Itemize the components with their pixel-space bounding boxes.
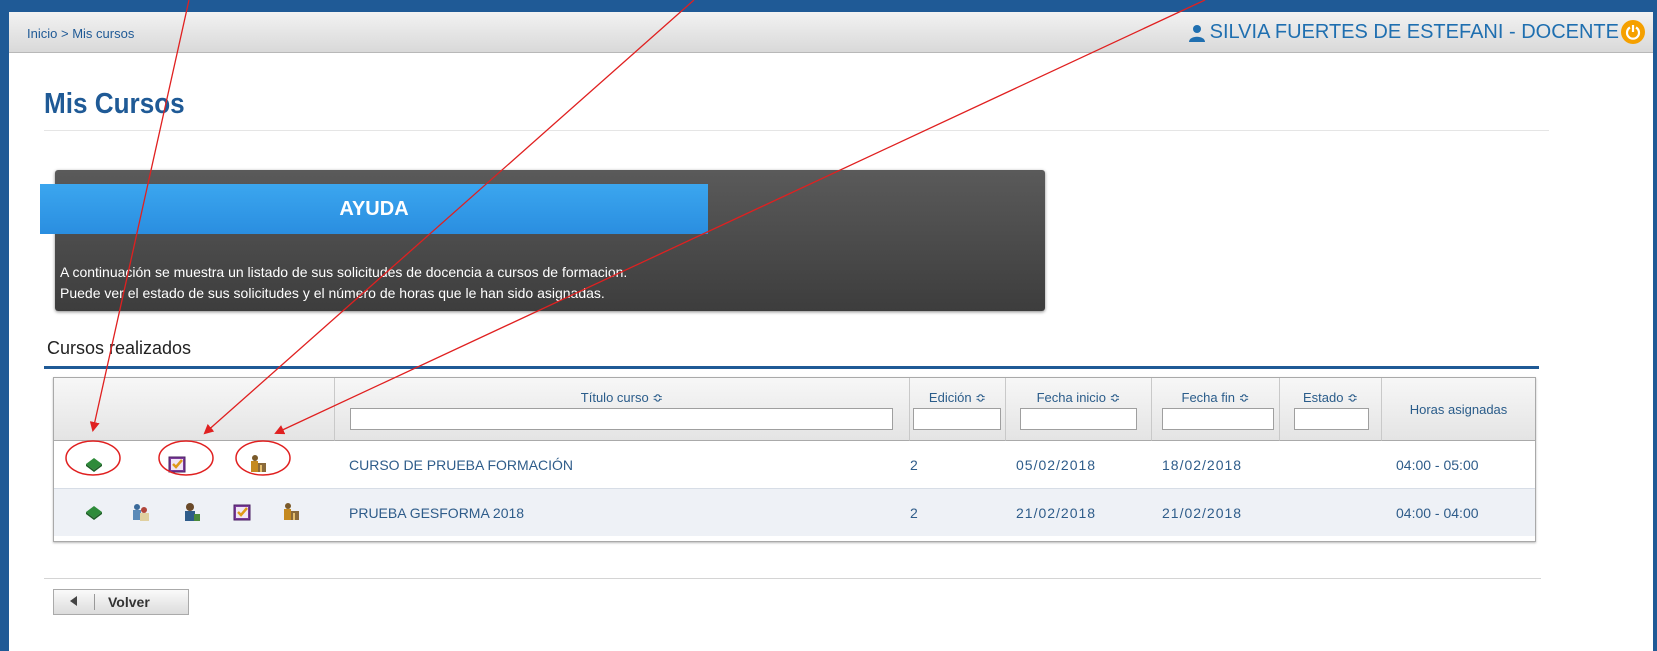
header-actions — [54, 378, 335, 441]
header-titulo-label: Título curso ≎ — [580, 390, 664, 405]
back-button-label: Volver — [108, 594, 150, 610]
header-edicion-label: Edición ≎ — [928, 390, 987, 405]
breadcrumb-current: Mis cursos — [72, 26, 135, 41]
footer-divider — [44, 578, 1541, 579]
window-left-frame — [0, 0, 9, 651]
cell-titulo[interactable]: CURSO DE PRUEBA FORMACIÓN — [349, 457, 573, 473]
filter-fecha-inicio-input[interactable] — [1020, 408, 1137, 430]
filter-fecha-fin-input[interactable] — [1162, 408, 1274, 430]
back-button-separator — [94, 594, 95, 610]
header-fecha-inicio-label: Fecha inicio ≎ — [1036, 390, 1121, 405]
green-book-icon[interactable] — [84, 454, 104, 474]
title-divider — [44, 130, 1549, 131]
help-line-1: A continuación se muestra un listado de … — [60, 264, 628, 280]
header-fecha-fin[interactable]: Fecha fin ≎ — [1152, 378, 1280, 441]
teacher-podium-icon[interactable] — [248, 454, 268, 474]
filter-estado-input[interactable] — [1294, 408, 1369, 430]
logout-button[interactable] — [1621, 20, 1645, 44]
cell-edicion: 2 — [910, 505, 918, 521]
purple-check-icon[interactable] — [167, 454, 187, 474]
header-estado[interactable]: Estado ≎ — [1280, 378, 1382, 441]
cell-fecha-fin: 21/02/2018 — [1162, 505, 1243, 521]
teacher-podium-icon[interactable] — [281, 502, 301, 522]
breadcrumb-separator: > — [60, 26, 69, 41]
user-icon — [1188, 24, 1205, 42]
header-fecha-fin-label: Fecha fin ≎ — [1181, 390, 1250, 405]
header-fecha-inicio[interactable]: Fecha inicio ≎ — [1006, 378, 1152, 441]
user-name: SILVIA FUERTES DE ESTEFANI - DOCENTE — [1209, 21, 1619, 43]
header-titulo[interactable]: Título curso ≎ — [335, 378, 910, 441]
header-estado-label: Estado ≎ — [1303, 390, 1358, 405]
header-horas: Horas asignadas — [1382, 378, 1535, 441]
breadcrumb: Inicio > Mis cursos — [27, 26, 134, 41]
purple-check-icon[interactable] — [232, 502, 252, 522]
person-icon[interactable] — [182, 502, 202, 522]
breadcrumb-home-link[interactable]: Inicio — [27, 26, 57, 41]
header-horas-label: Horas asignadas — [1409, 402, 1508, 417]
top-bar: Inicio > Mis cursos SILVIA FUERTES DE ES… — [9, 12, 1653, 53]
courses-table-wrapper: Título curso ≎ Edición ≎ Fecha inicio ≎ … — [44, 366, 1539, 545]
back-arrow-icon — [70, 596, 77, 606]
courses-table: Título curso ≎ Edición ≎ Fecha inicio ≎ … — [53, 377, 1536, 542]
window-right-frame — [1653, 0, 1657, 651]
cell-fecha-fin: 18/02/2018 — [1162, 457, 1243, 473]
cell-titulo[interactable]: PRUEBA GESFORMA 2018 — [349, 505, 524, 521]
cell-fecha-inicio: 21/02/2018 — [1016, 505, 1097, 521]
help-line-2: Puede ver el estado de sus solicitudes y… — [60, 285, 605, 301]
green-book-icon[interactable] — [84, 502, 104, 522]
power-icon — [1625, 25, 1641, 40]
cell-fecha-inicio: 05/02/2018 — [1016, 457, 1097, 473]
user-info[interactable]: SILVIA FUERTES DE ESTEFANI - DOCENTE — [1188, 21, 1619, 44]
cell-horas: 04:00 - 04:00 — [1396, 505, 1479, 521]
filter-edicion-input[interactable] — [913, 408, 1001, 430]
cell-edicion: 2 — [910, 457, 918, 473]
help-panel-title: AYUDA — [40, 184, 708, 234]
help-panel-text: A continuación se muestra un listado de … — [60, 262, 627, 304]
table-row: PRUEBA GESFORMA 2018 2 21/02/2018 21/02/… — [54, 488, 1535, 536]
users-icon[interactable] — [131, 502, 151, 522]
back-button[interactable]: Volver — [53, 589, 189, 615]
cell-horas: 04:00 - 05:00 — [1396, 457, 1479, 473]
filter-titulo-input[interactable] — [350, 408, 893, 430]
annotation-overlay — [65, 0, 1206, 476]
section-title: Cursos realizados — [47, 338, 192, 358]
page-title: Mis Cursos — [44, 88, 185, 120]
header-edicion[interactable]: Edición ≎ — [910, 378, 1006, 441]
table-row: CURSO DE PRUEBA FORMACIÓN 2 05/02/2018 1… — [54, 441, 1535, 488]
window-top-frame — [0, 0, 1657, 12]
